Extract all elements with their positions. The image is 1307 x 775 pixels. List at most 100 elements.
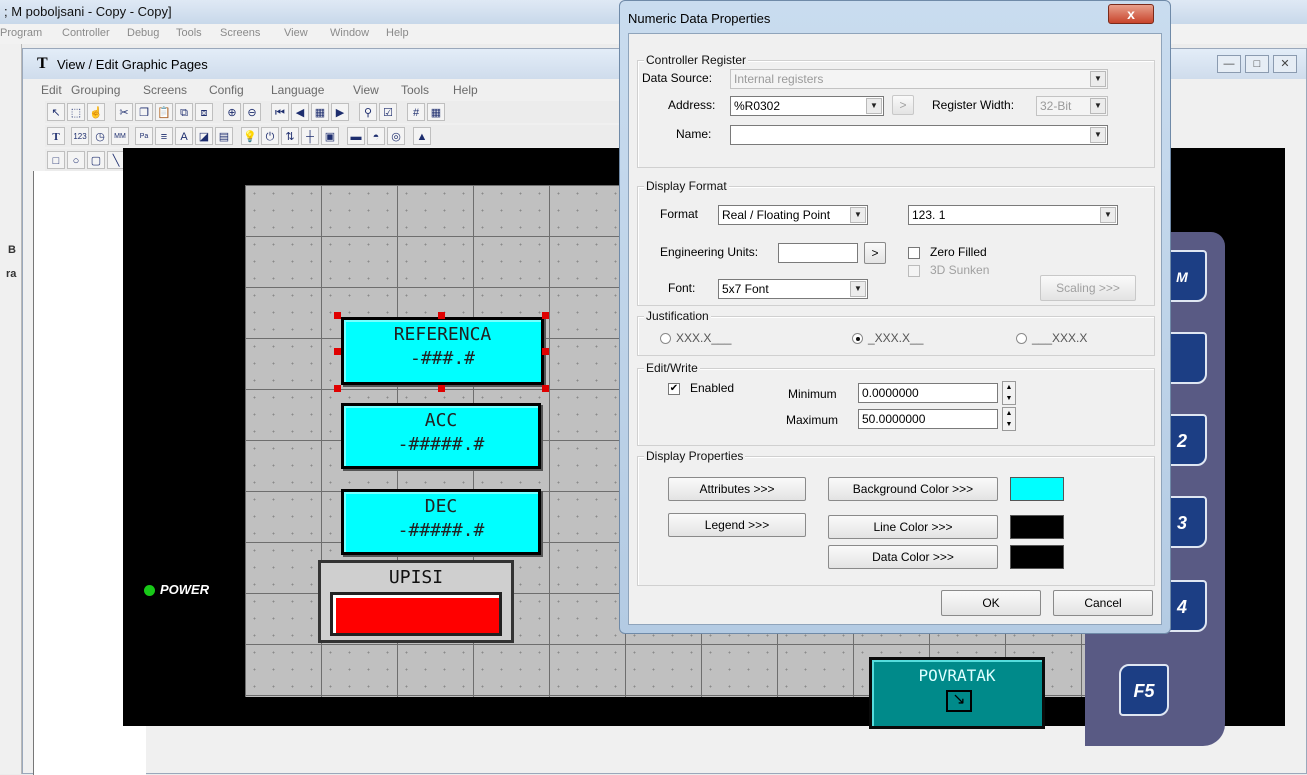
lamp-icon[interactable]: 💡 xyxy=(241,127,259,145)
minimize-icon[interactable]: — xyxy=(1217,55,1241,73)
minimum-spinner[interactable]: ▲ ▼ xyxy=(1002,381,1016,405)
format-pattern-select[interactable]: 123. 1 ▼ xyxy=(908,205,1118,225)
app-menu-help[interactable]: Help xyxy=(386,27,409,39)
pointer-icon[interactable]: ↖ xyxy=(47,103,65,121)
app-menu-controller[interactable]: Controller xyxy=(62,27,110,39)
close-icon[interactable]: ✕ xyxy=(1273,55,1297,73)
screen-icon[interactable]: ▣ xyxy=(321,127,339,145)
font-select[interactable]: 5x7 Font ▼ xyxy=(718,279,868,299)
message-icon[interactable]: ≡ xyxy=(155,127,173,145)
selection-handle[interactable] xyxy=(438,385,445,392)
maximum-input[interactable]: 50.0000000 xyxy=(858,409,998,429)
function-key-f5[interactable]: F5 xyxy=(1119,664,1169,716)
numeric-display-acc[interactable]: ACC -#####.# xyxy=(341,403,541,469)
background-color-button[interactable]: Background Color >>> xyxy=(828,477,998,501)
table-icon[interactable]: ▤ xyxy=(215,127,233,145)
enabled-checkbox[interactable]: ✔ xyxy=(668,383,680,395)
text-icon[interactable]: T xyxy=(47,127,65,145)
name-combo[interactable]: ▼ xyxy=(730,125,1108,145)
grid-icon[interactable]: # xyxy=(407,103,425,121)
upisi-button-group[interactable]: UPISI xyxy=(318,560,514,643)
format-select[interactable]: Real / Floating Point ▼ xyxy=(718,205,868,225)
numeric-display-dec[interactable]: DEC -#####.# xyxy=(341,489,541,555)
justify-right-radio[interactable] xyxy=(1016,333,1027,344)
rectangle-icon[interactable]: □ xyxy=(47,151,65,169)
menu-config[interactable]: Config xyxy=(209,83,244,97)
upisi-button[interactable] xyxy=(330,592,502,636)
app-menu-screens[interactable]: Screens xyxy=(220,27,260,39)
app-menu-program[interactable]: Program xyxy=(0,27,42,39)
send-back-icon[interactable]: ⧈ xyxy=(195,103,213,121)
app-menu-view[interactable]: View xyxy=(284,27,308,39)
numeric-display-referenca[interactable]: REFERENCA -###.# xyxy=(341,317,544,385)
engineering-units-input[interactable] xyxy=(778,243,858,263)
prev-page-icon[interactable]: ◀ xyxy=(291,103,309,121)
menu-help[interactable]: Help xyxy=(453,83,478,97)
picture-icon[interactable]: ▲ xyxy=(413,127,431,145)
menu-edit[interactable]: Edit xyxy=(41,83,62,97)
menu-language[interactable]: Language xyxy=(271,83,324,97)
check-icon[interactable]: ☑ xyxy=(379,103,397,121)
register-width-select[interactable]: 32-Bit ▼ xyxy=(1036,96,1108,116)
selection-handle[interactable] xyxy=(542,312,549,319)
first-page-icon[interactable]: ⏮ xyxy=(271,103,289,121)
ellipse-icon[interactable]: ○ xyxy=(67,151,85,169)
justify-left-radio[interactable] xyxy=(660,333,671,344)
selection-handle[interactable] xyxy=(334,385,341,392)
page-icon[interactable]: ▦ xyxy=(311,103,329,121)
selection-handle[interactable] xyxy=(334,348,341,355)
date-icon[interactable]: MM xyxy=(111,127,129,145)
data-source-select[interactable]: Internal registers ▼ xyxy=(730,69,1108,89)
attributes-button[interactable]: Attributes >>> xyxy=(668,477,806,501)
data-color-button[interactable]: Data Color >>> xyxy=(828,545,998,569)
paste-icon[interactable]: 📋 xyxy=(155,103,173,121)
selection-handle[interactable] xyxy=(334,312,341,319)
app-menu-tools[interactable]: Tools xyxy=(176,27,202,39)
address-browse-button[interactable]: > xyxy=(892,95,914,115)
cut-icon[interactable]: ✂ xyxy=(115,103,133,121)
password-icon[interactable]: Pa xyxy=(135,127,153,145)
dial-icon[interactable]: ◎ xyxy=(387,127,405,145)
hand-icon[interactable]: ☝ xyxy=(87,103,105,121)
address-combo[interactable]: %R0302 ▼ xyxy=(730,96,884,116)
slider-icon[interactable]: ▬ xyxy=(347,127,365,145)
maximize-icon[interactable]: □ xyxy=(1245,55,1269,73)
maximum-spinner[interactable]: ▲ ▼ xyxy=(1002,407,1016,431)
zoom-in-icon[interactable]: ⊕ xyxy=(223,103,241,121)
povratak-button[interactable]: POVRATAK ↘ xyxy=(869,657,1045,729)
app-menu-debug[interactable]: Debug xyxy=(127,27,159,39)
bar-icon[interactable]: ┼ xyxy=(301,127,319,145)
zero-filled-checkbox[interactable] xyxy=(908,247,920,259)
copy-icon[interactable]: ❐ xyxy=(135,103,153,121)
bitmap-icon[interactable]: ◪ xyxy=(195,127,213,145)
find-icon[interactable]: ⚲ xyxy=(359,103,377,121)
close-icon[interactable]: x xyxy=(1108,4,1154,24)
app-menu-window[interactable]: Window xyxy=(330,27,369,39)
rounded-rect-icon[interactable]: ▢ xyxy=(87,151,105,169)
selection-handle[interactable] xyxy=(542,385,549,392)
selection-handle[interactable] xyxy=(438,312,445,319)
next-page-icon[interactable]: ▶ xyxy=(331,103,349,121)
selection-handle[interactable] xyxy=(542,348,549,355)
line-color-button[interactable]: Line Color >>> xyxy=(828,515,998,539)
grid-fill-icon[interactable]: ▦ xyxy=(427,103,445,121)
bring-front-icon[interactable]: ⧉ xyxy=(175,103,193,121)
scaling-button[interactable]: Scaling >>> xyxy=(1040,275,1136,301)
3d-sunken-checkbox[interactable] xyxy=(908,265,920,277)
legend-button[interactable]: Legend >>> xyxy=(668,513,806,537)
clock-icon[interactable]: ◷ xyxy=(91,127,109,145)
engineering-units-button[interactable]: > xyxy=(864,242,886,264)
justify-center-radio[interactable] xyxy=(852,333,863,344)
menu-tools[interactable]: Tools xyxy=(401,83,429,97)
menu-grouping[interactable]: Grouping xyxy=(71,83,120,97)
switch-icon[interactable]: ⏻ xyxy=(261,127,279,145)
menu-screens[interactable]: Screens xyxy=(143,83,187,97)
minimum-input[interactable]: 0.0000000 xyxy=(858,383,998,403)
ok-button[interactable]: OK xyxy=(941,590,1041,616)
numeric-data-icon[interactable]: 123 xyxy=(71,127,89,145)
gauge-icon[interactable]: ◓ xyxy=(367,127,385,145)
zoom-out-icon[interactable]: ⊖ xyxy=(243,103,261,121)
select-rect-icon[interactable]: ⬚ xyxy=(67,103,85,121)
cancel-button[interactable]: Cancel xyxy=(1053,590,1153,616)
toggle-icon[interactable]: ⇅ xyxy=(281,127,299,145)
